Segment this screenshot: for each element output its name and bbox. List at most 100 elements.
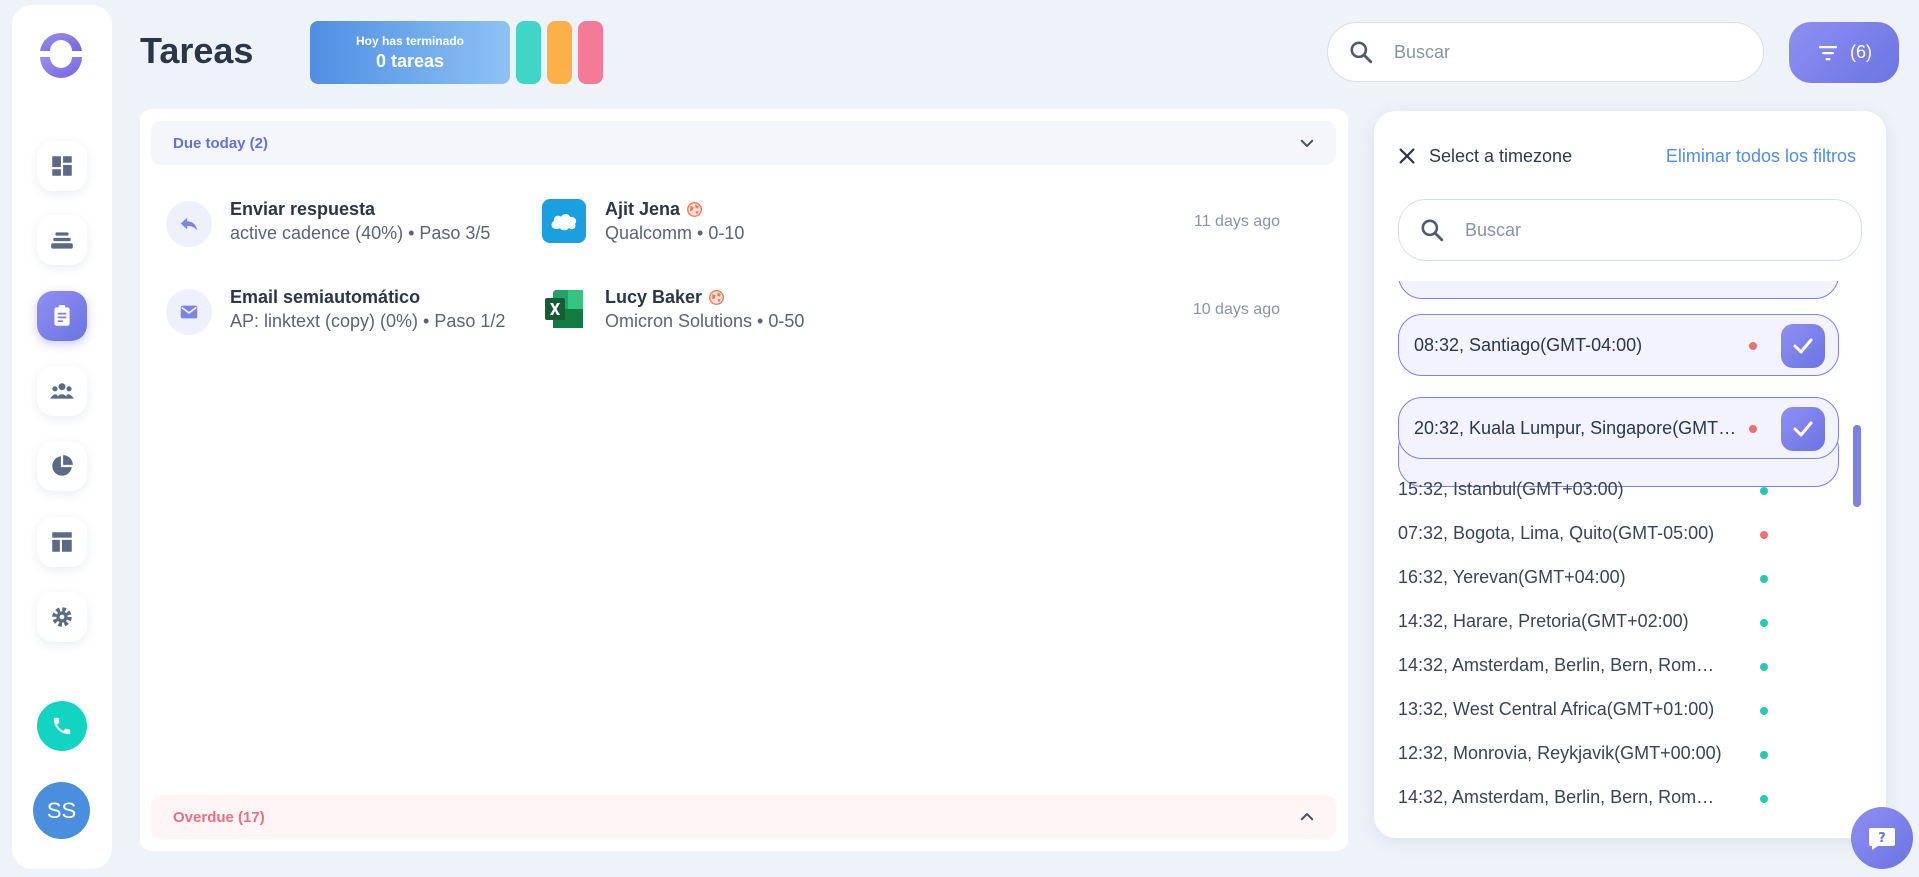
clipboard-icon [54, 305, 70, 326]
globe-timezone-icon [687, 202, 703, 217]
timezone-label: 16:32, Yerevan(GMT+04:00) [1398, 567, 1626, 587]
chevron-up-icon [1300, 813, 1314, 821]
timezone-label: 14:32, Amsterdam, Berlin, Bern, Rome, St… [1398, 655, 1723, 675]
close-icon[interactable] [1396, 145, 1418, 167]
check-icon [1793, 338, 1813, 354]
timezone-search-input[interactable] [1465, 219, 1785, 241]
task-title: Email semiautomático [230, 287, 421, 307]
status-dot [1760, 751, 1768, 759]
task-title: Enviar respuesta [230, 199, 376, 219]
contact-name[interactable]: Ajit Jena [605, 199, 703, 220]
task-type-badge [166, 289, 212, 335]
status-dot [1760, 531, 1768, 539]
help-chat-icon: ? [1869, 828, 1895, 850]
page-title: Tareas [140, 30, 254, 71]
timezone-option[interactable]: 15:32, Istanbul(GMT+03:00) [1398, 476, 1838, 506]
help-button[interactable]: ? [1851, 807, 1913, 869]
done-caption: Hoy has terminado [355, 34, 465, 48]
panel-title: Select a timezone [1429, 146, 1573, 166]
salesforce-logo-icon [551, 214, 577, 231]
timezone-option[interactable]: 07:32, Bogota, Lima, Quito(GMT-05:00) [1398, 520, 1838, 550]
layers-icon [51, 232, 73, 249]
layout-icon [52, 532, 72, 552]
task-time: 10 days ago [1192, 301, 1280, 318]
clear-filters-link[interactable]: Eliminar todos los filtros [1666, 146, 1856, 167]
timezone-rows: 08:32, Santiago(GMT-04:00) 20:32, Kuala … [1374, 281, 1886, 838]
done-count: 0 tareas [375, 51, 445, 71]
status-dot [1749, 425, 1757, 433]
status-dot [1760, 487, 1768, 495]
timezone-label: 12:32, Monrovia, Reykjavik(GMT+00:00) [1398, 743, 1722, 763]
avatar[interactable]: SS [33, 782, 90, 839]
timezone-label: 14:32, Harare, Pretoria(GMT+02:00) [1398, 611, 1689, 631]
status-pill-orange[interactable] [547, 21, 572, 84]
timezone-option[interactable]: 16:32, Yerevan(GMT+04:00) [1398, 564, 1838, 594]
selected-check-button[interactable] [1781, 407, 1825, 451]
search-icon [1421, 219, 1444, 242]
timezone-label: 13:32, West Central Africa(GMT+01:00) [1398, 699, 1715, 719]
status-dot [1760, 663, 1768, 671]
table-row[interactable]: Email semiautomático AP: linktext (copy)… [140, 275, 1348, 345]
email-icon [180, 305, 198, 319]
status-pill-pink[interactable] [578, 21, 603, 84]
status-dot [1760, 707, 1768, 715]
sidebar-item-dashboard[interactable] [37, 141, 87, 191]
contact-name[interactable]: Lucy Baker [605, 287, 725, 308]
due-today-label: Due today (2) [173, 134, 269, 152]
selected-timezone[interactable]: 08:32, Santiago(GMT-04:00) [1398, 314, 1839, 376]
sidebar-item-tasks[interactable] [37, 291, 87, 341]
sidebar-item-settings[interactable] [37, 592, 87, 642]
task-search-box[interactable] [1327, 22, 1764, 82]
check-icon [1793, 421, 1813, 437]
status-dot [1760, 619, 1768, 627]
status-dot [1760, 795, 1768, 803]
chevron-down-icon [1300, 139, 1314, 147]
status-pill-green[interactable] [516, 21, 541, 84]
pie-chart-icon [52, 455, 73, 476]
timezone-option[interactable]: 12:32, Monrovia, Reykjavik(GMT+00:00) [1398, 740, 1838, 770]
filter-count: (6) [1850, 42, 1872, 62]
timezone-scrollbar[interactable] [1853, 425, 1861, 507]
timezone-option[interactable]: 14:32, Harare, Pretoria(GMT+02:00) [1398, 608, 1838, 638]
table-row[interactable]: Enviar respuesta active cadence (40%) • … [140, 187, 1348, 257]
people-icon [50, 383, 74, 399]
tasks-done-counter[interactable]: Hoy has terminado 0 tareas [310, 21, 510, 84]
sidebar-item-contacts[interactable] [37, 366, 87, 416]
task-subtitle: AP: linktext (copy) (0%) • Paso 1/2 [230, 311, 506, 331]
call-button[interactable] [37, 701, 87, 751]
filter-button[interactable]: (6) [1789, 22, 1899, 83]
phone-icon [53, 717, 71, 735]
selected-timezone[interactable]: 20:32, Kuala Lumpur, Singapore(GMT+08:00… [1398, 397, 1839, 459]
excel-logo-icon [545, 290, 583, 328]
overdue-header[interactable]: Overdue (17) [151, 795, 1336, 839]
svg-text:?: ? [1878, 831, 1886, 846]
app-logo-icon[interactable] [36, 29, 86, 79]
contact-name-text: Ajit Jena [605, 199, 681, 219]
overdue-label: Overdue (17) [173, 808, 265, 826]
timezone-search-box[interactable] [1398, 199, 1862, 261]
task-list-panel: Due today (2) Enviar respuesta active ca… [140, 109, 1348, 851]
sidebar-item-cadences[interactable] [37, 215, 87, 265]
timezone-option[interactable]: 13:32, West Central Africa(GMT+01:00) [1398, 696, 1838, 726]
timezone-option[interactable]: 14:32, Amsterdam, Berlin, Bern, Rome, St… [1398, 784, 1838, 814]
timezone-label: 15:32, Istanbul(GMT+03:00) [1398, 479, 1624, 499]
gear-icon [52, 607, 72, 627]
timezone-label: 20:32, Kuala Lumpur, Singapore(GMT+08:00… [1414, 417, 1744, 438]
due-today-header[interactable]: Due today (2) [151, 121, 1336, 165]
reply-icon [180, 217, 198, 231]
sidebar: SS [12, 5, 112, 869]
search-input[interactable] [1394, 41, 1714, 63]
task-subtitle: active cadence (40%) • Paso 3/5 [230, 223, 491, 243]
task-type-badge [166, 201, 212, 247]
status-dot [1749, 342, 1757, 350]
timezone-label: 07:32, Bogota, Lima, Quito(GMT-05:00) [1398, 523, 1715, 543]
selected-check-button[interactable] [1781, 324, 1825, 368]
sidebar-item-templates[interactable] [37, 517, 87, 567]
avatar-initials: SS [46, 797, 77, 823]
status-dot [1760, 575, 1768, 583]
sidebar-item-reports[interactable] [37, 441, 87, 491]
search-icon [1350, 41, 1373, 64]
contact-name-text: Lucy Baker [605, 287, 703, 307]
filter-icon [1819, 45, 1837, 60]
timezone-option[interactable]: 14:32, Amsterdam, Berlin, Bern, Rome, St… [1398, 652, 1838, 682]
